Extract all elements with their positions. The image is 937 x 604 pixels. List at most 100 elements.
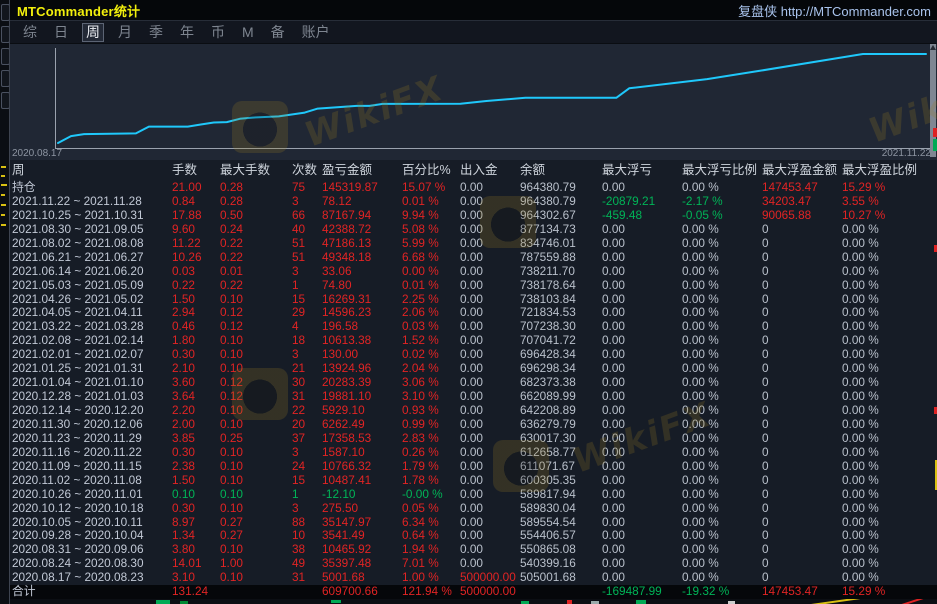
column-header[interactable]: 最大浮盈比例 <box>842 162 930 179</box>
cell: 0.22 <box>220 279 292 293</box>
titlebar-link[interactable]: 复盘侠 http://MTCommander.com <box>738 1 931 20</box>
table-row[interactable]: 2021.01.04 ~ 2021.01.103.600.123020283.3… <box>10 376 937 390</box>
table-row[interactable]: 2020.12.28 ~ 2021.01.033.640.123119881.1… <box>10 390 937 404</box>
table-row[interactable]: 2021.08.02 ~ 2021.08.0811.220.225147186.… <box>10 237 937 251</box>
cell: 0.00 % <box>842 334 930 348</box>
menu-bar: 综日周月季年币M备账户 <box>10 21 937 43</box>
cell: 0.00 <box>460 223 520 237</box>
table-row[interactable]: 2020.08.24 ~ 2020.08.3014.011.004935397.… <box>10 557 937 571</box>
cell: 34203.47 <box>762 195 842 209</box>
table-row[interactable]: 2021.11.22 ~ 2021.11.280.840.28378.120.0… <box>10 195 937 209</box>
table-total-row[interactable]: 合计131.24609700.66121.94 %500000.00-16948… <box>10 585 937 599</box>
menu-item-3[interactable]: 月 <box>115 24 135 41</box>
screen: MTCommander统计 复盘侠 http://MTCommander.com… <box>0 0 937 604</box>
cell: 0.00 <box>460 502 520 516</box>
table-row[interactable]: 2020.10.12 ~ 2020.10.180.300.103275.500.… <box>10 502 937 516</box>
cell: 0 <box>762 390 842 404</box>
cell: 0.00 % <box>842 237 930 251</box>
column-header[interactable]: 百分比% <box>402 162 460 179</box>
cell: 0.10 <box>220 446 292 460</box>
cell: 0.00 % <box>842 432 930 446</box>
menu-item-9[interactable]: 账户 <box>299 24 333 41</box>
row-label: 2020.09.28 ~ 2020.10.04 <box>12 529 172 543</box>
stats-window: MTCommander统计 复盘侠 http://MTCommander.com… <box>9 0 937 604</box>
table-row[interactable]: 2021.03.22 ~ 2021.03.280.460.124196.580.… <box>10 320 937 334</box>
column-header[interactable]: 手数 <box>172 162 220 179</box>
menu-item-8[interactable]: 备 <box>268 24 288 41</box>
column-header[interactable]: 余额 <box>520 162 602 179</box>
menu-item-6[interactable]: 币 <box>208 24 228 41</box>
column-header[interactable]: 最大手数 <box>220 162 292 179</box>
table-row[interactable]: 2020.10.05 ~ 2020.10.118.970.278835147.9… <box>10 516 937 530</box>
table-row[interactable]: 2021.02.08 ~ 2021.02.141.800.101810613.3… <box>10 334 937 348</box>
table-row[interactable]: 2021.05.03 ~ 2021.05.090.220.22174.800.0… <box>10 279 937 293</box>
column-header[interactable]: 出入金 <box>460 162 520 179</box>
table-row[interactable]: 2021.10.25 ~ 2021.10.3117.880.506687167.… <box>10 209 937 223</box>
cell: 0.00 % <box>842 404 930 418</box>
table-row[interactable]: 2020.11.09 ~ 2020.11.152.380.102410766.3… <box>10 460 937 474</box>
cell: 0.10 <box>220 460 292 474</box>
table-row[interactable]: 2020.09.28 ~ 2020.10.041.340.27103541.49… <box>10 529 937 543</box>
table-row[interactable]: 2020.11.30 ~ 2020.12.062.000.10206262.49… <box>10 418 937 432</box>
cell: 20 <box>292 418 322 432</box>
cell: 47186.13 <box>322 237 402 251</box>
row-label: 2020.08.24 ~ 2020.08.30 <box>12 557 172 571</box>
row-label: 2021.10.25 ~ 2021.10.31 <box>12 209 172 223</box>
table-row[interactable]: 2021.08.30 ~ 2021.09.059.600.244042388.7… <box>10 223 937 237</box>
row-label: 2021.02.01 ~ 2021.02.07 <box>12 348 172 362</box>
cell: 707238.30 <box>520 320 602 334</box>
chart-end-date-label: 2021.11.22 <box>882 148 931 159</box>
table-row[interactable]: 2021.02.01 ~ 2021.02.070.300.103130.000.… <box>10 348 937 362</box>
cell: 1.00 <box>220 557 292 571</box>
cell: 1.79 % <box>402 460 460 474</box>
table-row[interactable]: 2020.11.16 ~ 2020.11.220.300.1031587.100… <box>10 446 937 460</box>
cell: 51 <box>292 251 322 265</box>
menu-item-0[interactable]: 综 <box>20 24 40 41</box>
cell: 87167.94 <box>322 209 402 223</box>
cell: 738211.70 <box>520 265 602 279</box>
menu-item-4[interactable]: 季 <box>146 24 166 41</box>
column-header[interactable]: 最大浮亏 <box>602 162 682 179</box>
column-header[interactable]: 最大浮盈金额 <box>762 162 842 179</box>
cell: 1.94 % <box>402 543 460 557</box>
cell: 0.00 <box>602 293 682 307</box>
cell: 33.06 <box>322 265 402 279</box>
menu-item-1[interactable]: 日 <box>51 24 71 41</box>
cell: 0.10 <box>220 474 292 488</box>
table-row[interactable]: 2021.01.25 ~ 2021.01.312.100.102113924.9… <box>10 362 937 376</box>
table-row[interactable]: 2020.11.02 ~ 2020.11.081.500.101510487.4… <box>10 474 937 488</box>
cell: 0.00 <box>460 376 520 390</box>
cell: 29 <box>292 306 322 320</box>
table-row[interactable]: 持仓21.000.2875145319.8715.07 %0.00964380.… <box>10 181 937 195</box>
cell: 0.00 % <box>842 571 930 585</box>
row-label: 2020.11.02 ~ 2020.11.08 <box>12 474 172 488</box>
cell: 0.00 <box>602 181 682 195</box>
menu-item-7[interactable]: M <box>239 24 257 41</box>
table-row[interactable]: 2020.08.17 ~ 2020.08.233.100.10315001.68… <box>10 571 937 585</box>
menu-item-5[interactable]: 年 <box>177 24 197 41</box>
table-row[interactable]: 2021.06.14 ~ 2021.06.200.030.01333.060.0… <box>10 265 937 279</box>
table-row[interactable]: 2020.10.26 ~ 2020.11.010.100.101-12.10-0… <box>10 488 937 502</box>
cell: 0 <box>762 404 842 418</box>
cell: 24 <box>292 460 322 474</box>
cell: 636279.79 <box>520 418 602 432</box>
table-row[interactable]: 2021.06.21 ~ 2021.06.2710.260.225149348.… <box>10 251 937 265</box>
table-row[interactable]: 2020.08.31 ~ 2020.09.063.800.103810465.9… <box>10 543 937 557</box>
cell: 74.80 <box>322 279 402 293</box>
cell: 31 <box>292 571 322 585</box>
cell: 9.60 <box>172 223 220 237</box>
table-row[interactable]: 2020.11.23 ~ 2020.11.293.850.253717358.5… <box>10 432 937 446</box>
table-row[interactable]: 2021.04.05 ~ 2021.04.112.940.122914596.2… <box>10 306 937 320</box>
column-header[interactable]: 周 <box>12 162 172 179</box>
column-header[interactable]: 盈亏金额 <box>322 162 402 179</box>
table-row[interactable]: 2020.12.14 ~ 2020.12.202.200.10225929.10… <box>10 404 937 418</box>
cell: 0.28 <box>220 181 292 195</box>
column-header[interactable]: 最大浮亏比例 <box>682 162 762 179</box>
cell: 0 <box>762 223 842 237</box>
table-row[interactable]: 2021.04.26 ~ 2021.05.021.500.101516269.3… <box>10 293 937 307</box>
row-label: 2021.06.14 ~ 2021.06.20 <box>12 265 172 279</box>
column-header[interactable]: 次数 <box>292 162 322 179</box>
cell: 0 <box>762 446 842 460</box>
menu-item-2[interactable]: 周 <box>82 23 104 42</box>
cell: 0.12 <box>220 376 292 390</box>
